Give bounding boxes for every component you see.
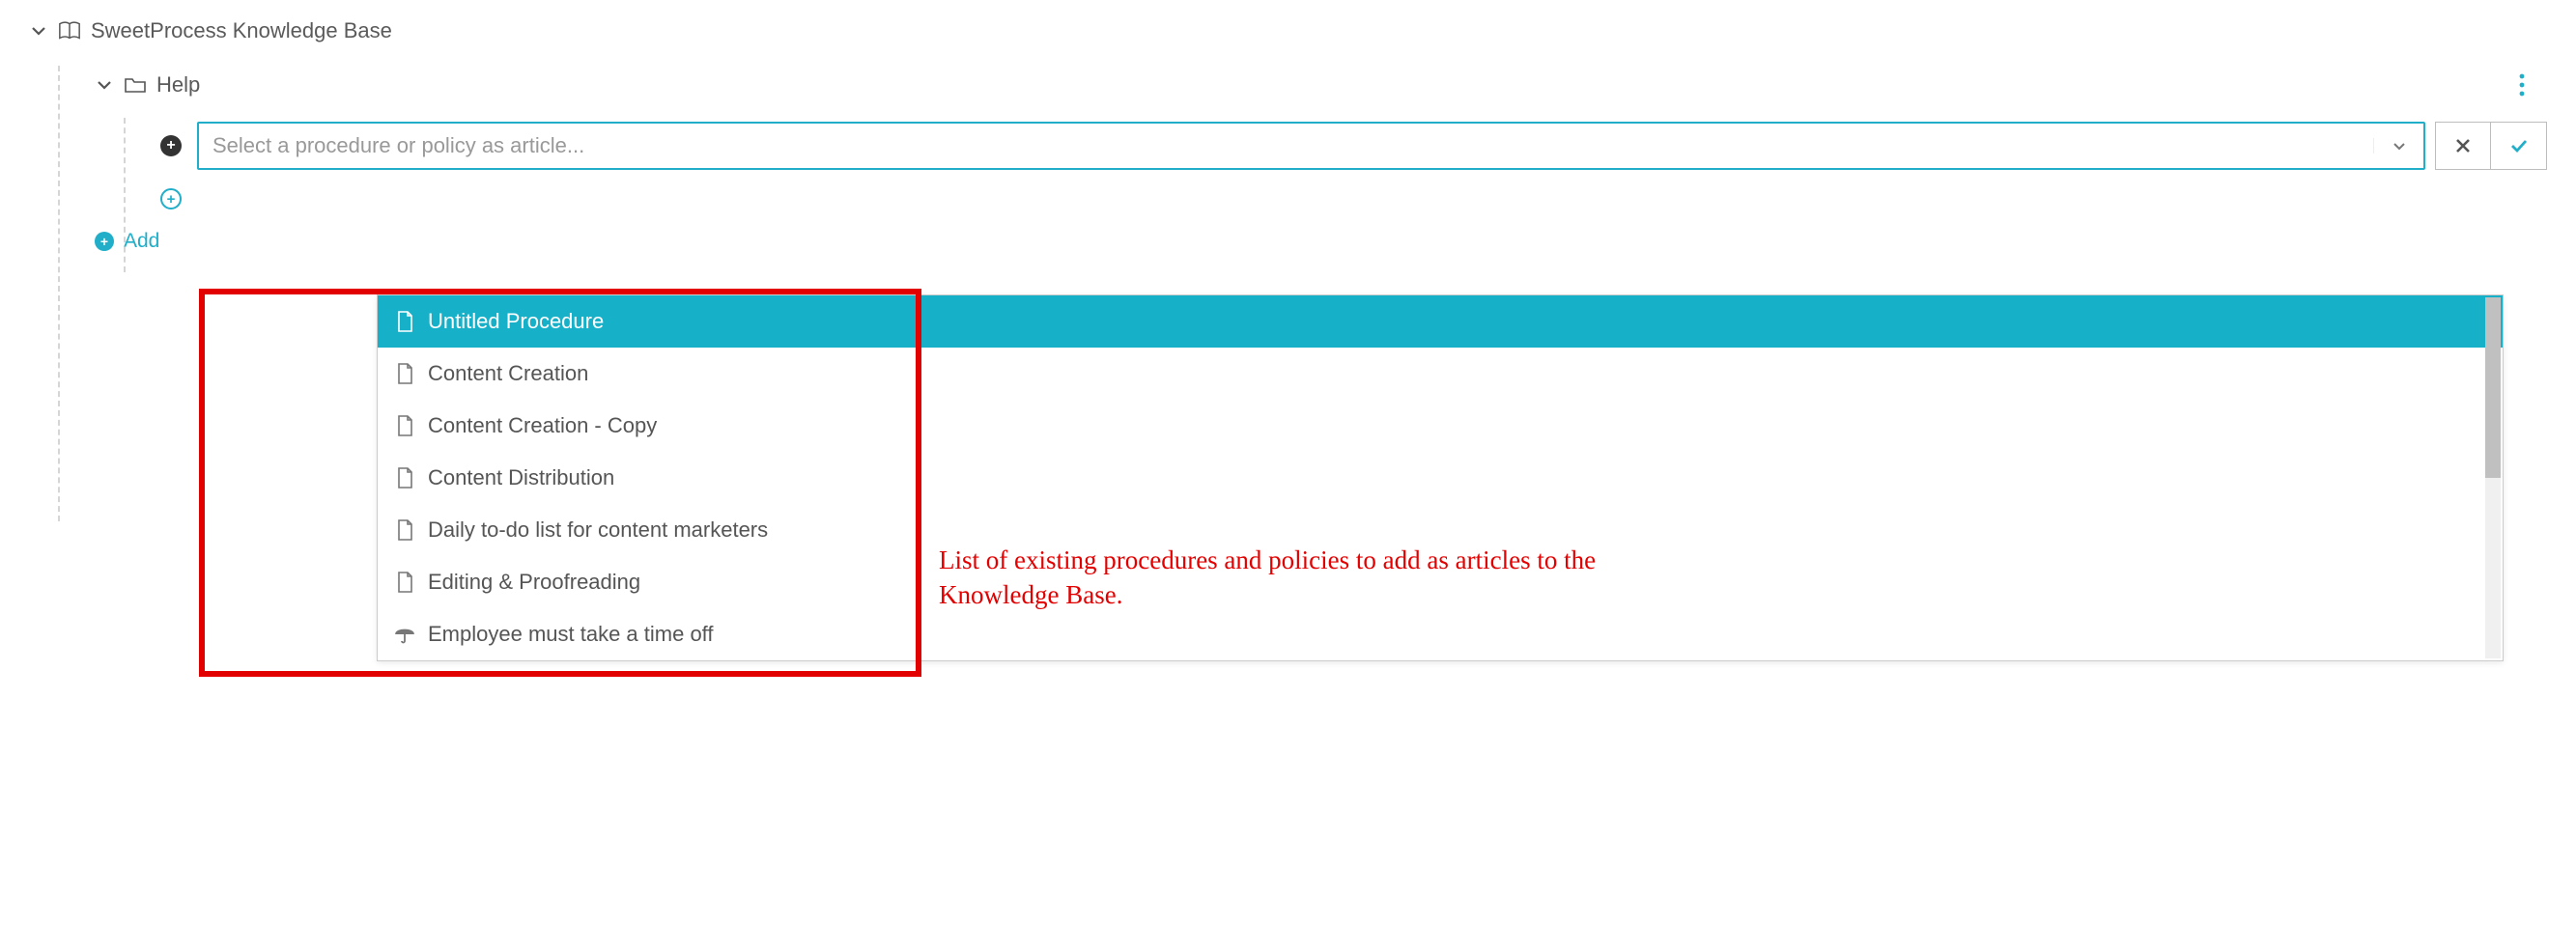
chevron-down-icon[interactable]: [2373, 138, 2423, 154]
article-select-row: +: [160, 118, 2547, 174]
dropdown-item-label: Content Creation: [428, 361, 588, 386]
document-icon: [393, 518, 416, 542]
article-select-container: [197, 122, 2547, 170]
book-icon: [58, 19, 81, 42]
add-article-row[interactable]: +: [160, 180, 2547, 218]
folder-icon: [124, 73, 147, 97]
tree-root-label: SweetProcess Knowledge Base: [91, 18, 392, 43]
kebab-menu-button[interactable]: [2505, 73, 2539, 97]
confirm-button[interactable]: [2491, 122, 2547, 170]
document-icon: [393, 466, 416, 489]
article-select-input[interactable]: [199, 124, 2373, 168]
dropdown-item[interactable]: Content Distribution: [378, 452, 2503, 504]
chevron-down-icon[interactable]: [95, 75, 114, 95]
dropdown-item-label: Content Creation - Copy: [428, 413, 657, 438]
dropdown-item-label: Daily to-do list for content marketers: [428, 517, 768, 543]
plus-circle-icon[interactable]: +: [160, 135, 182, 156]
document-icon: [393, 362, 416, 385]
dropdown-item[interactable]: Content Creation - Copy: [378, 400, 2503, 452]
dropdown-item-label: Employee must take a time off: [428, 622, 714, 647]
dropdown-item[interactable]: Content Creation: [378, 348, 2503, 400]
tree-help-row[interactable]: Help: [95, 66, 2547, 104]
plus-circle-icon[interactable]: +: [160, 188, 182, 210]
scrollbar[interactable]: [2485, 297, 2501, 658]
tree-root-row[interactable]: SweetProcess Knowledge Base: [29, 12, 2547, 50]
article-select[interactable]: [197, 122, 2425, 170]
cancel-button[interactable]: [2435, 122, 2491, 170]
chevron-down-icon[interactable]: [29, 21, 48, 41]
add-category-label: Add: [124, 230, 159, 253]
annotation-text: List of existing procedures and policies…: [939, 543, 1615, 613]
scrollbar-thumb[interactable]: [2485, 297, 2501, 478]
dropdown-item[interactable]: Employee must take a time off: [378, 608, 2503, 660]
dropdown-item[interactable]: Untitled Procedure: [378, 295, 2503, 348]
umbrella-icon: [393, 623, 416, 646]
document-icon: [393, 571, 416, 594]
dropdown-item-label: Untitled Procedure: [428, 309, 604, 334]
document-icon: [393, 414, 416, 437]
tree-help-label: Help: [156, 72, 200, 98]
plus-circle-icon[interactable]: +: [95, 232, 114, 251]
document-icon: [393, 310, 416, 333]
dropdown-item-label: Content Distribution: [428, 465, 614, 490]
add-category-link[interactable]: + Add: [95, 222, 2547, 261]
dropdown-item-label: Editing & Proofreading: [428, 570, 640, 595]
